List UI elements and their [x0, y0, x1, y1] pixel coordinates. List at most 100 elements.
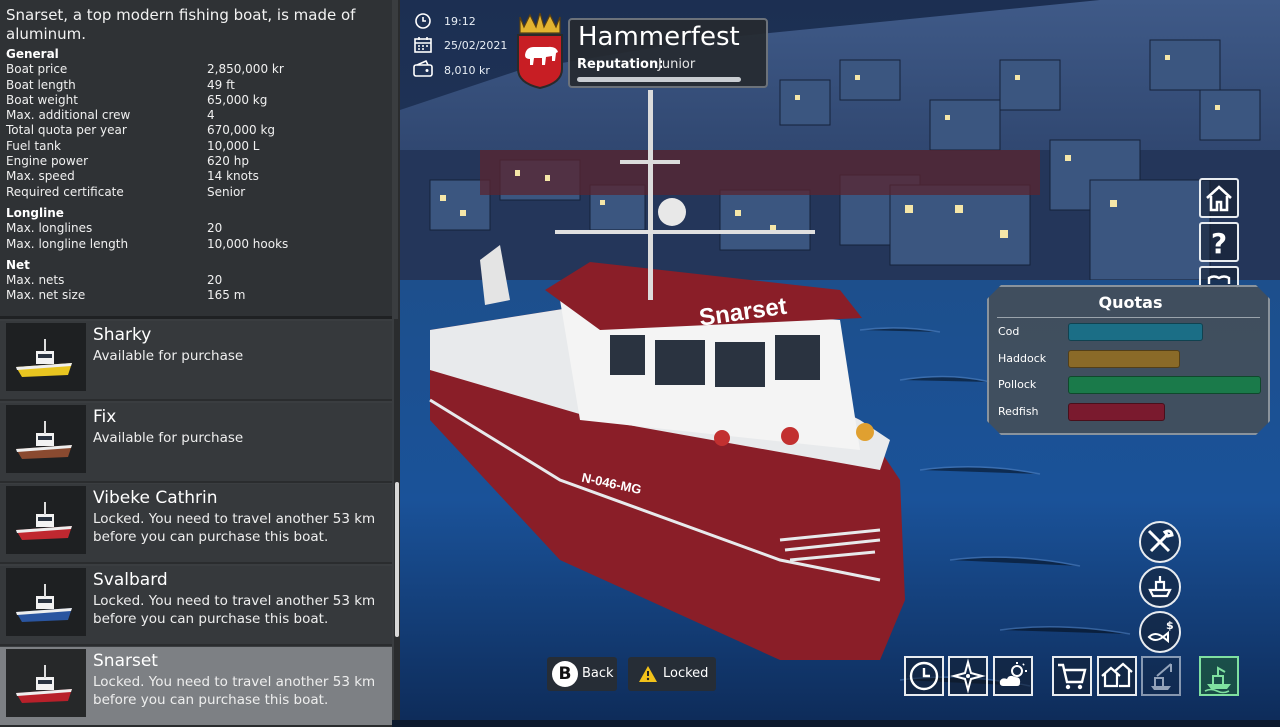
- spec-row: Fuel tank 10,000 L: [6, 139, 386, 154]
- boat-name: Sharky: [93, 325, 152, 345]
- svg-text:$: $: [1166, 619, 1174, 632]
- warning-icon: [639, 666, 657, 682]
- boat-status: Available for purchase: [93, 348, 244, 364]
- reputation-label: Reputation:: [577, 57, 664, 72]
- harbor-button[interactable]: [1141, 656, 1181, 696]
- clock-icon: [909, 661, 939, 691]
- weather-button[interactable]: [993, 656, 1033, 696]
- property-button[interactable]: [1097, 656, 1137, 696]
- boat-thumbnail: [6, 567, 86, 636]
- boat-status: Locked. You need to travel another 53 km…: [93, 511, 376, 545]
- locked-label: Locked: [663, 666, 709, 681]
- spec-label: Engine power: [6, 154, 89, 169]
- spec-value: 10,000 hooks: [207, 236, 289, 251]
- boat-name: Fix: [93, 406, 117, 427]
- dock-button[interactable]: [1139, 566, 1181, 608]
- spec-value: 14 knots: [207, 169, 259, 184]
- spec-value: 49 ft: [207, 77, 235, 92]
- quotas-title: Quotas: [1098, 293, 1163, 312]
- boat-image: [16, 583, 72, 622]
- quota-bar: [1068, 349, 1180, 368]
- reputation-bar: [577, 77, 741, 82]
- quota-label: Pollock: [998, 378, 1037, 392]
- spec-label: Max. longline length: [6, 236, 129, 251]
- houses-icon: [1101, 662, 1133, 688]
- spec-row: Max. nets 20: [6, 273, 386, 288]
- spec-value: 670,000 kg: [207, 123, 276, 138]
- book-button[interactable]: [1199, 266, 1239, 288]
- spec-row: Required certificate Senior: [6, 185, 386, 200]
- quota-bar: [1068, 323, 1203, 341]
- boat-shop-panel: Snarset, a top modern fishing boat, is m…: [0, 0, 400, 727]
- spec-row: Max. longline length 10,000 hooks: [6, 237, 386, 252]
- boat-list-scroll-thumb[interactable]: [395, 482, 399, 637]
- time-button[interactable]: [904, 656, 944, 696]
- boat-dock-icon: [1204, 666, 1231, 694]
- town-crest-icon: [517, 13, 563, 89]
- spec-row: Boat weight 65,000 kg: [6, 93, 386, 108]
- locked-button[interactable]: Locked: [628, 657, 716, 691]
- boat-list-item[interactable]: Vibeke Cathrin Locked. You need to travel…: [0, 484, 392, 564]
- boat-list-item[interactable]: Fix Available for purchase: [0, 402, 392, 483]
- spec-label: Required certificate: [6, 184, 124, 199]
- spec-row: Boat price 2,850,000 kr: [6, 62, 386, 77]
- boat-thumbnail: [6, 649, 86, 717]
- boat-list-item[interactable]: Sharky Available for purchase: [0, 321, 392, 401]
- boat-icon: [1148, 576, 1172, 598]
- spec-value: 65,000 kg: [207, 92, 268, 107]
- spec-label: Boat price: [6, 62, 68, 77]
- boat-image: [16, 665, 72, 703]
- longline-spec-list: Max. longlines 20 Max. longline length 10,0…: [6, 221, 386, 252]
- boat-name: Vibeke Cathrin: [93, 488, 218, 508]
- spec-label: Total quota per year: [6, 123, 127, 138]
- boat-details: Snarset, a top modern fishing boat, is m…: [0, 0, 392, 316]
- spec-value: 165 m: [207, 288, 246, 303]
- boat-status: Locked. You need to travel another 53 km…: [93, 592, 376, 627]
- boat-thumbnail: [6, 323, 86, 391]
- spec-value: 620 hp: [207, 154, 249, 169]
- spec-label: Max. nets: [6, 273, 65, 288]
- spec-row: Max. speed 14 knots: [6, 169, 386, 184]
- money-balance: 8,010 kr: [444, 64, 490, 77]
- net-spec-list: Max. nets 20 Max. net size 165 m: [6, 273, 386, 304]
- quota-bar: [1068, 403, 1165, 422]
- boat-list: Sharky Available for purchase Fix Available…: [0, 319, 392, 727]
- spec-label: Max. net size: [6, 288, 86, 303]
- divider: [997, 317, 1260, 318]
- home-icon: [1206, 185, 1232, 212]
- repair-button[interactable]: [1139, 521, 1181, 563]
- cart-icon: [1058, 663, 1087, 690]
- svg-text:?: ?: [1211, 227, 1227, 260]
- spec-row: Max. longlines 20: [6, 221, 386, 236]
- boat-image: [16, 339, 72, 377]
- clock-icon: [415, 13, 431, 29]
- boat-image: [16, 420, 72, 459]
- b-key-icon: B: [552, 661, 578, 687]
- compass-button[interactable]: [948, 656, 988, 696]
- boat-name: Svalbard: [93, 569, 168, 590]
- spec-label: Boat length: [6, 77, 76, 92]
- sell-fish-button[interactable]: $: [1139, 611, 1181, 653]
- back-button[interactable]: B Back: [547, 657, 617, 691]
- shop-button[interactable]: [1052, 656, 1092, 696]
- quotas-panel: Quotas Cod Haddock Pollock Redfish: [987, 285, 1270, 435]
- home-button[interactable]: [1199, 178, 1239, 218]
- spec-value: 4: [207, 108, 215, 123]
- help-button[interactable]: ?: [1199, 222, 1239, 262]
- spec-label: Boat weight: [6, 92, 78, 107]
- game-date: 25/02/2021: [444, 39, 508, 52]
- back-label: Back: [582, 666, 614, 681]
- spec-label: Max. speed: [6, 169, 75, 184]
- boat-status: Available for purchase: [93, 429, 244, 446]
- fish-market-button[interactable]: [1199, 656, 1239, 696]
- compass-icon: [950, 658, 986, 694]
- spec-row: Max. net size 165 m: [6, 288, 386, 303]
- boat-name: Snarset: [93, 651, 158, 671]
- boat-list-item[interactable]: Svalbard Locked. You need to travel anoth…: [0, 565, 392, 646]
- spec-row: Total quota per year 670,000 kg: [6, 123, 386, 138]
- spec-value: 20: [207, 273, 223, 288]
- location-panel: Hammerfest Reputation: Junior: [568, 18, 768, 88]
- calendar-icon: [414, 37, 432, 53]
- boat-list-item[interactable]: Snarset Locked. You need to travel anothe…: [0, 647, 392, 727]
- game-time: 19:12: [444, 15, 476, 28]
